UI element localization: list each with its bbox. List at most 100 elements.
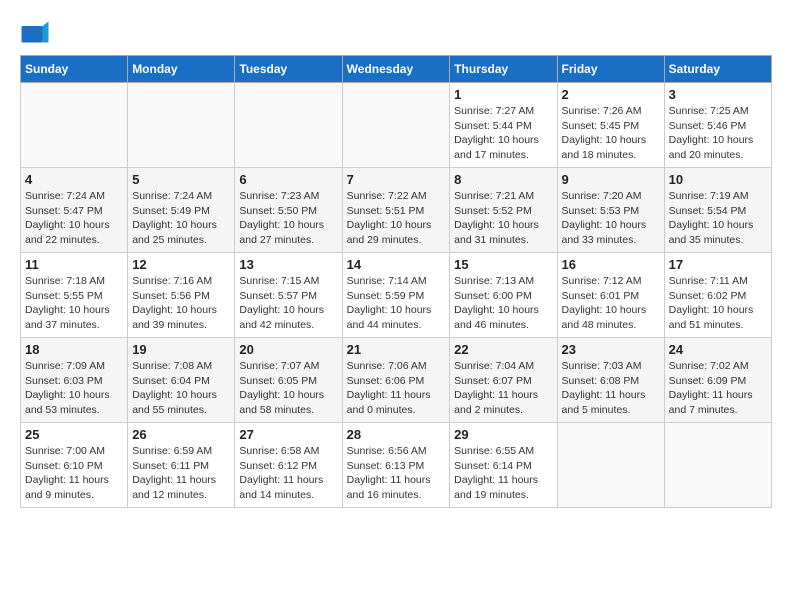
day-info: Sunrise: 7:18 AM Sunset: 5:55 PM Dayligh… — [25, 274, 123, 333]
day-info: Sunrise: 7:25 AM Sunset: 5:46 PM Dayligh… — [669, 104, 767, 163]
day-number: 23 — [562, 342, 660, 357]
calendar-cell: 5 Sunrise: 7:24 AM Sunset: 5:49 PM Daylig… — [128, 168, 235, 253]
calendar-cell — [21, 83, 128, 168]
calendar-cell — [342, 83, 450, 168]
day-number: 16 — [562, 257, 660, 272]
weekday-header-friday: Friday — [557, 56, 664, 83]
day-info: Sunrise: 7:04 AM Sunset: 6:07 PM Dayligh… — [454, 359, 552, 418]
day-number: 13 — [239, 257, 337, 272]
calendar-cell: 17Sunrise: 7:11 AM Sunset: 6:02 PM Dayli… — [664, 253, 771, 338]
logo — [20, 20, 54, 50]
day-info: Sunrise: 7:27 AM Sunset: 5:44 PM Dayligh… — [454, 104, 552, 163]
weekday-header-wednesday: Wednesday — [342, 56, 450, 83]
day-number: 3 — [669, 87, 767, 102]
day-number: 29 — [454, 427, 552, 442]
day-number: 18 — [25, 342, 123, 357]
day-info: Sunrise: 7:14 AM Sunset: 5:59 PM Dayligh… — [347, 274, 446, 333]
day-info: Sunrise: 7:11 AM Sunset: 6:02 PM Dayligh… — [669, 274, 767, 333]
day-info: Sunrise: 7:26 AM Sunset: 5:45 PM Dayligh… — [562, 104, 660, 163]
calendar-cell: 27 Sunrise: 6:58 AM Sunset: 6:12 PM Dayli… — [235, 423, 342, 508]
day-number: 7 — [347, 172, 446, 187]
calendar-week-row: 1 Sunrise: 7:27 AM Sunset: 5:44 PM Daylig… — [21, 83, 772, 168]
day-info: Sunrise: 7:24 AM Sunset: 5:49 PM Dayligh… — [132, 189, 230, 248]
calendar-cell: 9Sunrise: 7:20 AM Sunset: 5:53 PM Daylig… — [557, 168, 664, 253]
calendar-cell: 7 Sunrise: 7:22 AM Sunset: 5:51 PM Daylig… — [342, 168, 450, 253]
calendar-cell: 16 Sunrise: 7:12 AM Sunset: 6:01 PM Dayli… — [557, 253, 664, 338]
day-number: 22 — [454, 342, 552, 357]
calendar-cell: 24 Sunrise: 7:02 AM Sunset: 6:09 PM Dayli… — [664, 338, 771, 423]
day-info: Sunrise: 7:00 AM Sunset: 6:10 PM Dayligh… — [25, 444, 123, 503]
day-info: Sunrise: 6:58 AM Sunset: 6:12 PM Dayligh… — [239, 444, 337, 503]
day-info: Sunrise: 7:02 AM Sunset: 6:09 PM Dayligh… — [669, 359, 767, 418]
day-info: Sunrise: 6:59 AM Sunset: 6:11 PM Dayligh… — [132, 444, 230, 503]
weekday-header-row: SundayMondayTuesdayWednesdayThursdayFrid… — [21, 56, 772, 83]
day-info: Sunrise: 7:24 AM Sunset: 5:47 PM Dayligh… — [25, 189, 123, 248]
calendar-cell: 3 Sunrise: 7:25 AM Sunset: 5:46 PM Daylig… — [664, 83, 771, 168]
calendar-cell: 13 Sunrise: 7:15 AM Sunset: 5:57 PM Dayli… — [235, 253, 342, 338]
logo-icon — [20, 20, 50, 50]
calendar-cell: 11 Sunrise: 7:18 AM Sunset: 5:55 PM Dayli… — [21, 253, 128, 338]
day-number: 27 — [239, 427, 337, 442]
calendar-cell: 12 Sunrise: 7:16 AM Sunset: 5:56 PM Dayli… — [128, 253, 235, 338]
day-info: Sunrise: 7:22 AM Sunset: 5:51 PM Dayligh… — [347, 189, 446, 248]
day-info: Sunrise: 7:08 AM Sunset: 6:04 PM Dayligh… — [132, 359, 230, 418]
calendar-cell: 10 Sunrise: 7:19 AM Sunset: 5:54 PM Dayli… — [664, 168, 771, 253]
day-number: 10 — [669, 172, 767, 187]
day-info: Sunrise: 7:06 AM Sunset: 6:06 PM Dayligh… — [347, 359, 446, 418]
day-info: Sunrise: 7:19 AM Sunset: 5:54 PM Dayligh… — [669, 189, 767, 248]
day-info: Sunrise: 7:12 AM Sunset: 6:01 PM Dayligh… — [562, 274, 660, 333]
calendar-week-row: 4 Sunrise: 7:24 AM Sunset: 5:47 PM Daylig… — [21, 168, 772, 253]
calendar-cell: 26Sunrise: 6:59 AM Sunset: 6:11 PM Dayli… — [128, 423, 235, 508]
day-info: Sunrise: 7:09 AM Sunset: 6:03 PM Dayligh… — [25, 359, 123, 418]
weekday-header-sunday: Sunday — [21, 56, 128, 83]
day-number: 24 — [669, 342, 767, 357]
day-number: 21 — [347, 342, 446, 357]
calendar-cell: 20 Sunrise: 7:07 AM Sunset: 6:05 PM Dayli… — [235, 338, 342, 423]
calendar-cell — [557, 423, 664, 508]
day-number: 19 — [132, 342, 230, 357]
calendar-week-row: 11 Sunrise: 7:18 AM Sunset: 5:55 PM Dayli… — [21, 253, 772, 338]
calendar-cell: 1 Sunrise: 7:27 AM Sunset: 5:44 PM Daylig… — [450, 83, 557, 168]
page-header — [20, 20, 772, 50]
day-number: 12 — [132, 257, 230, 272]
day-info: Sunrise: 7:21 AM Sunset: 5:52 PM Dayligh… — [454, 189, 552, 248]
calendar-cell: 14 Sunrise: 7:14 AM Sunset: 5:59 PM Dayli… — [342, 253, 450, 338]
day-number: 28 — [347, 427, 446, 442]
day-info: Sunrise: 7:03 AM Sunset: 6:08 PM Dayligh… — [562, 359, 660, 418]
calendar-cell: 8 Sunrise: 7:21 AM Sunset: 5:52 PM Daylig… — [450, 168, 557, 253]
day-number: 2 — [562, 87, 660, 102]
calendar-cell: 2 Sunrise: 7:26 AM Sunset: 5:45 PM Daylig… — [557, 83, 664, 168]
day-info: Sunrise: 7:20 AM Sunset: 5:53 PM Dayligh… — [562, 189, 660, 248]
calendar-cell: 19 Sunrise: 7:08 AM Sunset: 6:04 PM Dayli… — [128, 338, 235, 423]
calendar-cell: 21 Sunrise: 7:06 AM Sunset: 6:06 PM Dayli… — [342, 338, 450, 423]
weekday-header-tuesday: Tuesday — [235, 56, 342, 83]
day-info: Sunrise: 6:56 AM Sunset: 6:13 PM Dayligh… — [347, 444, 446, 503]
day-number: 14 — [347, 257, 446, 272]
day-info: Sunrise: 7:15 AM Sunset: 5:57 PM Dayligh… — [239, 274, 337, 333]
weekday-header-saturday: Saturday — [664, 56, 771, 83]
calendar-cell — [664, 423, 771, 508]
day-number: 11 — [25, 257, 123, 272]
day-number: 4 — [25, 172, 123, 187]
day-number: 6 — [239, 172, 337, 187]
day-info: Sunrise: 7:23 AM Sunset: 5:50 PM Dayligh… — [239, 189, 337, 248]
day-info: Sunrise: 7:16 AM Sunset: 5:56 PM Dayligh… — [132, 274, 230, 333]
calendar-cell: 6 Sunrise: 7:23 AM Sunset: 5:50 PM Daylig… — [235, 168, 342, 253]
weekday-header-thursday: Thursday — [450, 56, 557, 83]
day-number: 1 — [454, 87, 552, 102]
day-number: 8 — [454, 172, 552, 187]
day-number: 20 — [239, 342, 337, 357]
day-info: Sunrise: 7:07 AM Sunset: 6:05 PM Dayligh… — [239, 359, 337, 418]
calendar-cell: 4 Sunrise: 7:24 AM Sunset: 5:47 PM Daylig… — [21, 168, 128, 253]
calendar-cell: 18 Sunrise: 7:09 AM Sunset: 6:03 PM Dayli… — [21, 338, 128, 423]
calendar-cell: 15Sunrise: 7:13 AM Sunset: 6:00 PM Dayli… — [450, 253, 557, 338]
calendar-week-row: 18 Sunrise: 7:09 AM Sunset: 6:03 PM Dayli… — [21, 338, 772, 423]
day-number: 5 — [132, 172, 230, 187]
calendar-cell: 29 Sunrise: 6:55 AM Sunset: 6:14 PM Dayli… — [450, 423, 557, 508]
day-number: 15 — [454, 257, 552, 272]
calendar-cell: 25Sunrise: 7:00 AM Sunset: 6:10 PM Dayli… — [21, 423, 128, 508]
day-info: Sunrise: 6:55 AM Sunset: 6:14 PM Dayligh… — [454, 444, 552, 503]
calendar-cell: 22 Sunrise: 7:04 AM Sunset: 6:07 PM Dayli… — [450, 338, 557, 423]
calendar-cell — [235, 83, 342, 168]
weekday-header-monday: Monday — [128, 56, 235, 83]
